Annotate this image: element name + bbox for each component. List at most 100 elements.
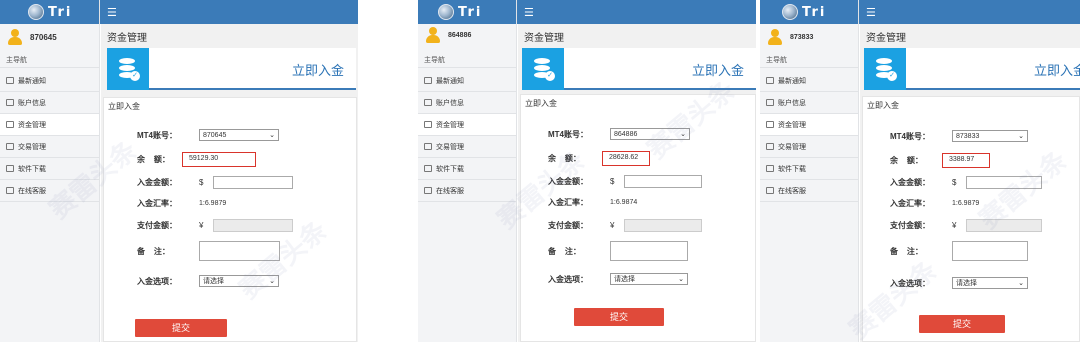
remark-textarea[interactable] [199,241,280,261]
sidebar-item-download[interactable]: 软件下载 [418,158,516,180]
option-label: 入金选项： [890,278,930,288]
sidebar-item-support[interactable]: 在线客服 [418,180,516,202]
sidebar-item-funds[interactable]: 资金管理 [418,114,516,136]
download-icon [6,165,14,172]
sidebar-item-download[interactable]: 软件下载 [0,158,99,180]
page-title: 资金管理 [107,33,147,44]
sidebar-item-label: 在线客服 [18,187,46,195]
user-avatar-icon [8,29,22,45]
amount-input[interactable] [624,175,702,188]
remark-row: 备 注： [137,241,280,261]
sidebar-item-label: 交易管理 [436,143,464,151]
sidebar-item-label: 最新通知 [436,77,464,85]
deposit-form-card: 立即入金 MT4账号： 873833 ⌄ 余 额： 3388.97 入金金额： $… [862,96,1080,342]
sidebar-item-trade[interactable]: 交易管理 [0,136,99,158]
user-account-id: 870645 [30,32,57,42]
pay-amount-field [966,219,1042,232]
account-select[interactable]: 870645 ⌄ [199,129,279,141]
support-icon [766,187,774,194]
deposit-option-select[interactable]: 请选择 ⌄ [610,273,688,285]
sidebar-item-notice[interactable]: 最新通知 [418,70,516,92]
sidebar-item-label: 在线客服 [436,187,464,195]
balance-row: 余 额： 28628.62 [548,151,650,166]
rate-value: 1:6.9879 [199,200,227,207]
sidebar-item-label: 交易管理 [18,143,46,151]
balance-row: 余 额： 59129.30 [137,152,256,167]
account-icon [424,99,432,106]
screenshot-panel-3: Tri 873833 主导航 最新通知 账户信息 资金管理 交易管理 软件下载 … [760,0,1080,342]
sidebar-item-trade[interactable]: 交易管理 [760,136,858,158]
option-row: 入金选项： 请选择 ⌄ [890,277,1028,289]
account-select[interactable]: 864886 ⌄ [610,128,690,140]
page-title: 资金管理 [524,33,564,44]
funds-icon [6,121,14,128]
nav-header: 主导航 [760,54,858,68]
globe-icon [782,4,798,20]
nav-list: 最新通知 账户信息 资金管理 交易管理 软件下载 在线客服 [418,70,516,202]
notice-icon [424,77,432,84]
funds-icon [424,121,432,128]
balance-value: 3388.97 [942,153,990,168]
chevron-down-icon: ⌄ [269,278,275,285]
sidebar-item-support[interactable]: 在线客服 [760,180,858,202]
form-title: 立即入金 [108,102,140,111]
sidebar-item-download[interactable]: 软件下载 [760,158,858,180]
logo: Tri [438,3,482,21]
submit-button[interactable]: 提交 [919,315,1005,333]
sidebar-item-label: 在线客服 [778,187,806,195]
logo: Tri [782,3,826,21]
submit-button[interactable]: 提交 [574,308,664,326]
sidebar-item-account[interactable]: 账户信息 [0,92,99,114]
sidebar-item-funds[interactable]: 资金管理 [0,114,99,136]
deposit-option-select[interactable]: 请选择 ⌄ [199,275,279,287]
menu-icon[interactable]: ☰ [524,6,534,19]
remark-row: 备 注： [890,241,1028,261]
notice-icon [6,77,14,84]
rate-value: 1:6.9879 [952,200,980,207]
banner-title: 立即入金 [691,63,744,78]
top-bar: ☰ [859,0,1080,24]
sidebar-item-funds[interactable]: 资金管理 [760,114,858,136]
remark-textarea[interactable] [952,241,1028,261]
account-label: MT4账号： [548,129,588,139]
amount-input[interactable] [966,176,1042,189]
menu-icon[interactable]: ☰ [107,6,117,19]
user-box: 873833 [760,24,858,50]
amount-label: 入金金额： [137,178,177,187]
sidebar-item-label: 资金管理 [778,121,806,129]
sidebar-item-notice[interactable]: 最新通知 [760,70,858,92]
user-account-id: 864886 [448,31,472,39]
select-placeholder: 请选择 [614,276,635,283]
nav-list: 最新通知 账户信息 资金管理 交易管理 软件下载 在线客服 [0,70,99,202]
account-select[interactable]: 873833 ⌄ [952,130,1028,142]
nav-list: 最新通知 账户信息 资金管理 交易管理 软件下载 在线客服 [760,70,858,202]
submit-button[interactable]: 提交 [135,319,227,337]
deposit-option-select[interactable]: 请选择 ⌄ [952,277,1028,289]
account-row: MT4账号： 873833 ⌄ [890,130,1028,142]
balance-row: 余 额： 3388.97 [890,153,990,168]
trade-icon [6,143,14,150]
banner-title: 立即入金 [291,63,344,78]
remark-textarea[interactable] [610,241,688,261]
menu-icon[interactable]: ☰ [866,6,876,19]
select-placeholder: 请选择 [956,280,977,287]
user-account-id: 873833 [790,33,814,41]
pay-label: 支付金额： [890,221,930,230]
database-icon: ✓ [119,58,140,81]
sidebar-item-support[interactable]: 在线客服 [0,180,99,202]
form-title: 立即入金 [867,101,899,110]
amount-row: 入金金额： $ [548,175,702,188]
sidebar-item-label: 账户信息 [18,99,46,107]
account-row: MT4账号： 870645 ⌄ [137,129,279,141]
sidebar-item-trade[interactable]: 交易管理 [418,136,516,158]
amount-input[interactable] [213,176,293,189]
sidebar-item-label: 软件下载 [436,165,464,173]
pay-amount-field [213,219,293,232]
sidebar-item-account[interactable]: 账户信息 [760,92,858,114]
sidebar-item-notice[interactable]: 最新通知 [0,70,99,92]
sidebar-item-account[interactable]: 账户信息 [418,92,516,114]
option-row: 入金选项： 请选择 ⌄ [137,275,279,287]
notice-icon [766,77,774,84]
cny-symbol: ¥ [610,221,615,230]
user-avatar-icon [426,27,440,43]
